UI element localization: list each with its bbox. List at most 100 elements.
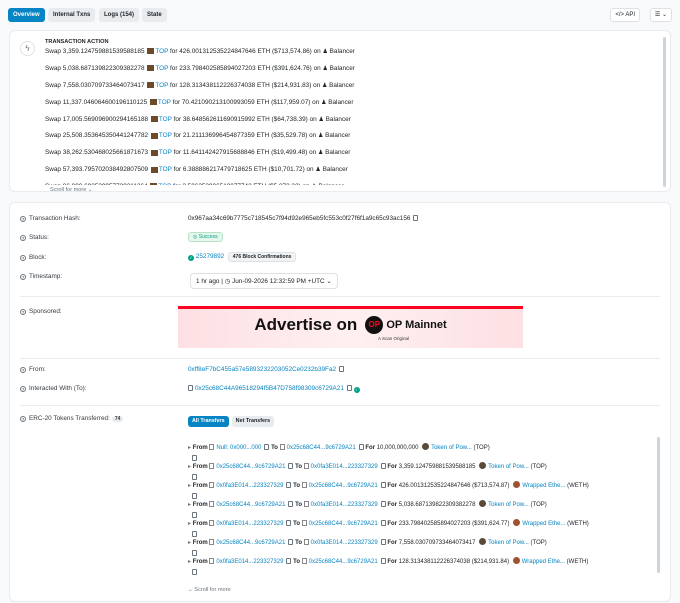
copy-icon[interactable] bbox=[192, 493, 197, 499]
transfer-to-link[interactable]: 0x0fa3E014...223327329 bbox=[311, 464, 378, 470]
tab-state[interactable]: State bbox=[142, 8, 167, 22]
transfer-to-link[interactable]: 0x25c68C44...9c6729A21 bbox=[309, 521, 378, 527]
copy-icon[interactable] bbox=[380, 539, 386, 545]
api-button[interactable]: </> API bbox=[610, 8, 640, 22]
token-link[interactable]: TOP bbox=[158, 99, 171, 106]
to-address-link[interactable]: 0x25c68C44A96518294f5B47D758f98309c6729A… bbox=[195, 385, 344, 392]
transaction-action-row: Swap 86,090.693539957739211364 TOP for 3… bbox=[45, 182, 635, 185]
filter-all-transfers[interactable]: All Transfers bbox=[188, 416, 229, 427]
tx-hash-value: 0x967aa34c69b7775c718545c7f94d92e965eb5f… bbox=[188, 215, 411, 222]
help-icon: ? bbox=[20, 416, 26, 422]
transfers-scroll-hint: ⌄ Scroll for more bbox=[188, 587, 231, 593]
token-link[interactable]: TOP bbox=[155, 82, 168, 89]
help-icon: ? bbox=[20, 235, 26, 241]
copy-icon[interactable] bbox=[358, 444, 364, 450]
transfer-to-link[interactable]: 0x25c68C44...9c6729A21 bbox=[309, 483, 378, 489]
transfer-from-link[interactable]: 0x25c68C44...9c6729A21 bbox=[216, 464, 285, 470]
transaction-action-row: Swap 38,262.530468025661871673 TOP for 1… bbox=[45, 149, 351, 157]
transfer-row: ▸ From 0x25c68C44...9c6729A21 To 0x0fa3E… bbox=[188, 538, 650, 557]
transfer-to-link[interactable]: 0x0fa3E014...223327329 bbox=[311, 502, 378, 508]
transaction-action-list[interactable]: Swap 3,359.124759881539588185 TOP for 42… bbox=[45, 47, 635, 185]
copy-icon[interactable] bbox=[192, 550, 197, 556]
transfer-from-link[interactable]: 0x0fa3E014...223327329 bbox=[216, 483, 283, 489]
transaction-action-row: Swap 7,558.030709733464073417 TOP for 12… bbox=[45, 81, 355, 89]
token-link[interactable]: TOP bbox=[155, 48, 168, 55]
transfer-to-link[interactable]: 0x25c68C44...9c6729A21 bbox=[287, 445, 356, 451]
transfer-to-link[interactable]: 0x0fa3E014...223327329 bbox=[311, 540, 378, 546]
copy-icon[interactable] bbox=[286, 482, 292, 488]
copy-icon[interactable] bbox=[339, 366, 345, 372]
timestamp-box[interactable]: 1 hr ago | ◷ Jun-09-2026 12:32:59 PM +UT… bbox=[190, 273, 338, 289]
clock-icon: ◷ bbox=[224, 278, 231, 285]
copy-icon[interactable] bbox=[346, 385, 352, 391]
token-link[interactable]: Token of Pow... bbox=[488, 502, 529, 508]
token-link[interactable]: Wrapped Ethe... bbox=[522, 521, 565, 527]
transfers-list[interactable]: ▸ From Null: 0x000...000 To 0x25c68C44..… bbox=[188, 443, 650, 593]
tab-logs[interactable]: Logs (154) bbox=[99, 8, 140, 22]
top-token-icon bbox=[147, 82, 155, 89]
token-link[interactable]: Token of Pow... bbox=[488, 464, 529, 470]
copy-icon[interactable] bbox=[288, 501, 294, 507]
contract-icon bbox=[301, 558, 307, 564]
token-link[interactable]: TOP bbox=[159, 166, 172, 173]
copy-icon[interactable] bbox=[288, 539, 294, 545]
top-token-icon bbox=[150, 115, 158, 122]
transfer-from-link[interactable]: 0x0fa3E014...223327329 bbox=[216, 559, 283, 565]
transfer-from-link[interactable]: 0x25c68C44...9c6729A21 bbox=[216, 502, 285, 508]
copy-icon[interactable] bbox=[264, 444, 270, 450]
contract-icon bbox=[209, 482, 215, 488]
transfer-from-link[interactable]: 0x0fa3E014...223327329 bbox=[216, 521, 283, 527]
contract-icon bbox=[301, 520, 307, 526]
copy-icon[interactable] bbox=[380, 558, 386, 564]
copy-icon[interactable] bbox=[192, 531, 197, 537]
token-link[interactable]: TOP bbox=[159, 149, 172, 156]
copy-icon[interactable] bbox=[192, 474, 197, 480]
copy-icon[interactable] bbox=[192, 455, 197, 461]
block-link[interactable]: 25279892 bbox=[196, 253, 224, 260]
copy-icon[interactable] bbox=[380, 520, 386, 526]
transaction-action-card: ϟ TRANSACTION ACTION Swap 3,359.12475988… bbox=[9, 30, 671, 193]
copy-icon[interactable] bbox=[192, 512, 197, 518]
copy-icon[interactable] bbox=[288, 463, 294, 469]
transfer-from-link[interactable]: 0x25c68C44...9c6729A21 bbox=[216, 540, 285, 546]
copy-icon[interactable] bbox=[286, 558, 292, 564]
token-link[interactable]: TOP bbox=[159, 132, 172, 139]
token-link[interactable]: Token of Pow... bbox=[488, 540, 529, 546]
token-link[interactable]: TOP bbox=[155, 65, 168, 72]
copy-icon[interactable] bbox=[413, 215, 419, 221]
tab-overview[interactable]: Overview bbox=[8, 8, 45, 22]
contract-icon bbox=[209, 463, 215, 469]
transfers-scrollbar[interactable] bbox=[657, 437, 660, 573]
more-menu-button[interactable]: ☰ ⌄ bbox=[649, 8, 672, 22]
copy-icon[interactable] bbox=[192, 569, 197, 575]
copy-icon[interactable] bbox=[380, 482, 386, 488]
transfer-row: ▸ From 0x25c68C44...9c6729A21 To 0x0fa3E… bbox=[188, 500, 650, 519]
transaction-action-row: Swap 17,005.569096900294165188 TOP for 3… bbox=[45, 115, 351, 123]
token-link[interactable]: Wrapped Ethe... bbox=[522, 483, 565, 489]
contract-icon bbox=[209, 558, 215, 564]
token-link[interactable]: Token of Pow... bbox=[431, 445, 472, 451]
transaction-action-row: Swap 11,337.046064600196110125 TOP for 7… bbox=[45, 98, 354, 106]
balancer-icon: ♟ bbox=[315, 167, 321, 174]
transfer-from-link[interactable]: Null: 0x000...000 bbox=[216, 445, 261, 451]
transfer-row: ▸ From 0x0fa3E014...223327329 To 0x25c68… bbox=[188, 519, 650, 538]
token-link[interactable]: TOP bbox=[159, 116, 172, 123]
erc20-row: ? ERC-20 Tokens Transferred: 74 All Transf… bbox=[20, 415, 660, 603]
copy-icon[interactable] bbox=[380, 463, 386, 469]
from-address-link[interactable]: 0xff8eF7bC455a57e5893232203052Ce0232b39F… bbox=[188, 366, 336, 373]
tab-internal-txns[interactable]: Internal Txns bbox=[48, 8, 96, 22]
token-link[interactable]: TOP bbox=[158, 183, 171, 185]
filter-net-transfers[interactable]: Net Transfers bbox=[231, 416, 275, 427]
copy-icon[interactable] bbox=[286, 520, 292, 526]
transaction-action-row: Swap 25,508.353645350441247782 TOP for 2… bbox=[45, 132, 351, 140]
transfer-to-link[interactable]: 0x25c68C44...9c6729A21 bbox=[309, 559, 378, 565]
sponsored-banner[interactable]: Advertise on OP OP Mainnet A Scan Original bbox=[178, 306, 523, 348]
transfer-row: ▸ From 0x0fa3E014...223327329 To 0x25c68… bbox=[188, 481, 650, 500]
transfer-row: ▸ From 0x25c68C44...9c6729A21 To 0x0fa3E… bbox=[188, 462, 650, 481]
copy-icon[interactable] bbox=[380, 501, 386, 507]
token-link[interactable]: Wrapped Ethe... bbox=[522, 559, 565, 565]
help-icon: ? bbox=[20, 216, 26, 222]
balancer-icon: ♟ bbox=[322, 65, 328, 72]
ta-scrollbar[interactable] bbox=[663, 37, 666, 187]
ta-scroll-hint: Scroll for more ⌄ bbox=[50, 187, 93, 193]
